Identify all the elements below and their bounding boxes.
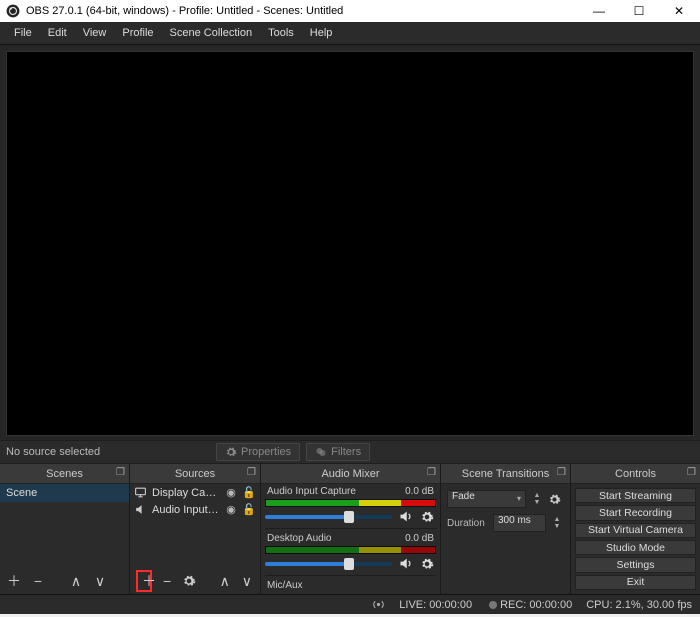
volume-slider[interactable] <box>265 562 392 566</box>
scenes-dock: Scenes ❐ Scene ＋ − ∧ ∨ <box>0 464 130 594</box>
studio-mode-button[interactable]: Studio Mode <box>575 540 696 555</box>
preview-canvas[interactable] <box>6 51 694 436</box>
source-item-audio[interactable]: Audio Input Captu ◉ 🔓 <box>130 501 260 518</box>
transitions-dock: Scene Transitions ❐ Fade ▾ ▲▼ Duration 3… <box>441 464 571 594</box>
channel-db: 0.0 dB <box>405 486 434 497</box>
audio-meter <box>265 499 436 507</box>
statusbar: LIVE: 00:00:00 REC: 00:00:00 CPU: 2.1%, … <box>0 594 700 614</box>
scenes-header[interactable]: Scenes ❐ <box>0 464 129 484</box>
settings-button[interactable]: Settings <box>575 557 696 572</box>
window-title: OBS 27.0.1 (64-bit, windows) - Profile: … <box>26 5 588 17</box>
visibility-toggle[interactable]: ◉ <box>224 486 238 499</box>
lock-toggle[interactable]: 🔓 <box>242 486 256 499</box>
menu-profile[interactable]: Profile <box>114 27 161 39</box>
live-status: LIVE: 00:00:00 <box>399 599 472 611</box>
speaker-icon <box>134 503 148 516</box>
transition-select[interactable]: Fade ▾ <box>447 490 526 508</box>
source-status-row: No source selected Properties Filters <box>0 440 700 464</box>
popout-icon[interactable]: ❐ <box>427 467 436 478</box>
sources-controls: ＋ − ∧ ∨ <box>130 568 260 594</box>
minimize-button[interactable]: — <box>588 4 610 18</box>
preview-area <box>0 45 700 440</box>
mixer-channel: Audio Input Capture 0.0 dB <box>265 486 436 524</box>
start-virtual-camera-button[interactable]: Start Virtual Camera <box>575 523 696 538</box>
audio-meter <box>265 546 436 554</box>
channel-name: Desktop Audio <box>267 533 332 544</box>
lock-toggle[interactable]: 🔓 <box>242 503 256 516</box>
volume-slider[interactable] <box>265 515 392 519</box>
duration-input[interactable]: 300 ms <box>493 514 546 532</box>
rec-status: REC: 00:00:00 <box>500 599 572 611</box>
scene-item[interactable]: Scene <box>0 484 129 502</box>
controls-header[interactable]: Controls ❐ <box>571 464 700 484</box>
add-scene-button[interactable]: ＋ <box>6 571 22 591</box>
obs-logo-icon <box>6 4 20 18</box>
channel-options-button[interactable] <box>420 510 436 524</box>
chevron-down-icon: ▾ <box>517 494 521 503</box>
broadcast-icon <box>372 598 385 611</box>
popout-icon[interactable]: ❐ <box>247 467 256 478</box>
popout-icon[interactable]: ❐ <box>557 467 566 478</box>
mixer-dock: Audio Mixer ❐ Audio Input Capture 0.0 dB <box>261 464 441 594</box>
transition-spinbox[interactable]: ▲▼ <box>530 492 544 506</box>
popout-icon[interactable]: ❐ <box>116 467 125 478</box>
mute-button[interactable] <box>398 509 414 524</box>
controls-dock: Controls ❐ Start Streaming Start Recordi… <box>571 464 700 594</box>
duration-label: Duration <box>447 518 489 529</box>
sources-header[interactable]: Sources ❐ <box>130 464 260 484</box>
start-recording-button[interactable]: Start Recording <box>575 505 696 520</box>
duration-spinbox[interactable]: ▲▼ <box>550 516 564 530</box>
mixer-channel: Mic/Aux <box>265 580 436 591</box>
menu-tools[interactable]: Tools <box>260 27 302 39</box>
mixer-header[interactable]: Audio Mixer ❐ <box>261 464 440 484</box>
menubar: File Edit View Profile Scene Collection … <box>0 22 700 45</box>
filters-icon <box>315 446 327 458</box>
exit-button[interactable]: Exit <box>575 575 696 590</box>
remove-source-button[interactable]: − <box>160 573 174 589</box>
scene-down-button[interactable]: ∨ <box>92 573 108 590</box>
menu-edit[interactable]: Edit <box>40 27 75 39</box>
maximize-button[interactable]: ☐ <box>628 4 650 18</box>
monitor-icon <box>134 486 148 499</box>
close-button[interactable]: ✕ <box>668 4 690 18</box>
source-item-display[interactable]: Display Capture ◉ 🔓 <box>130 484 260 501</box>
scenes-controls: ＋ − ∧ ∨ <box>0 568 129 594</box>
cpu-status: CPU: 2.1%, 30.00 fps <box>586 599 692 611</box>
channel-name: Audio Input Capture <box>267 486 356 497</box>
titlebar: OBS 27.0.1 (64-bit, windows) - Profile: … <box>0 0 700 22</box>
rec-dot-icon <box>489 601 497 609</box>
add-source-button[interactable]: ＋ <box>136 570 152 592</box>
channel-name: Mic/Aux <box>267 580 303 591</box>
mute-button[interactable] <box>398 556 414 571</box>
menu-view[interactable]: View <box>75 27 115 39</box>
transition-settings-button[interactable] <box>548 493 564 506</box>
menu-file[interactable]: File <box>6 27 40 39</box>
transitions-header[interactable]: Scene Transitions ❐ <box>441 464 570 484</box>
channel-options-button[interactable] <box>420 557 436 571</box>
properties-button: Properties <box>216 443 300 461</box>
visibility-toggle[interactable]: ◉ <box>224 503 238 516</box>
gear-icon <box>225 446 237 458</box>
sources-dock: Sources ❐ Display Capture ◉ 🔓 Audio Inpu… <box>130 464 261 594</box>
mixer-channel: Desktop Audio 0.0 dB <box>265 533 436 571</box>
source-down-button[interactable]: ∨ <box>240 573 254 590</box>
filters-button: Filters <box>306 443 370 461</box>
remove-scene-button[interactable]: − <box>30 573 46 589</box>
source-settings-button[interactable] <box>182 574 196 588</box>
scene-up-button[interactable]: ∧ <box>68 573 84 590</box>
popout-icon[interactable]: ❐ <box>687 467 696 478</box>
docks-row: Scenes ❐ Scene ＋ − ∧ ∨ Sources ❐ Display… <box>0 464 700 594</box>
start-streaming-button[interactable]: Start Streaming <box>575 488 696 503</box>
channel-db: 0.0 dB <box>405 533 434 544</box>
menu-scene-collection[interactable]: Scene Collection <box>162 27 261 39</box>
menu-help[interactable]: Help <box>302 27 341 39</box>
no-source-label: No source selected <box>6 446 216 458</box>
source-up-button[interactable]: ∧ <box>218 573 232 590</box>
